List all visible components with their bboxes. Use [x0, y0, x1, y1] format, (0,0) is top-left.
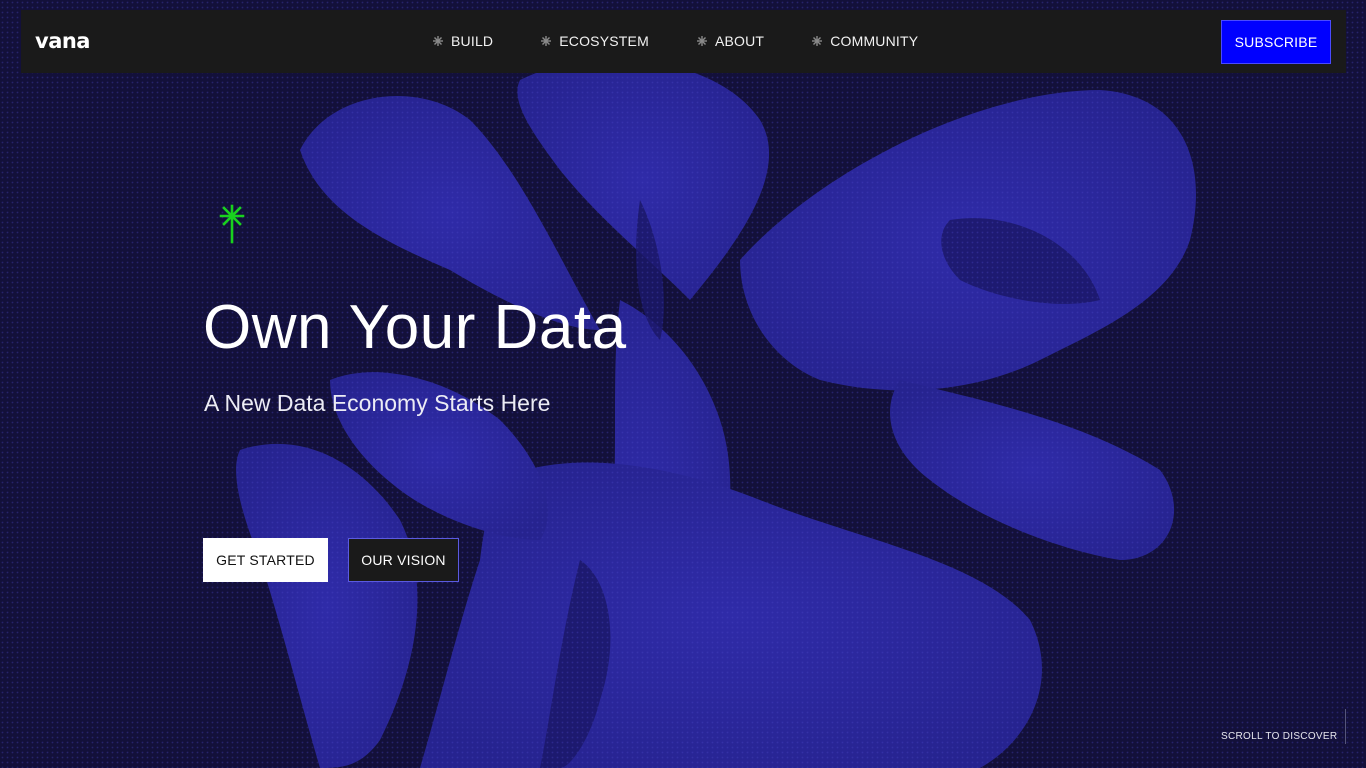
asterisk-icon — [696, 36, 707, 46]
hero-subtitle: A New Data Economy Starts Here — [204, 390, 551, 416]
hero-background-flower — [0, 0, 1366, 768]
nav-item-about[interactable]: ABOUT — [696, 31, 765, 51]
nav-item-build[interactable]: BUILD — [433, 31, 493, 51]
nav-label: COMMUNITY — [830, 33, 919, 49]
our-vision-button[interactable]: OUR VISION — [348, 538, 459, 582]
nav-label: BUILD — [451, 33, 494, 49]
asterisk-sprout-icon — [219, 204, 245, 249]
top-navbar: vana BUILD ECOSYSTEM ABOUT COMMUNITY SUB… — [21, 10, 1346, 73]
scroll-indicator-line — [1345, 709, 1346, 744]
nav-label: ECOSYSTEM — [559, 33, 649, 49]
asterisk-icon — [541, 36, 552, 46]
main-nav: BUILD ECOSYSTEM ABOUT COMMUNITY — [433, 31, 918, 51]
nav-label: ABOUT — [714, 33, 765, 49]
scroll-to-discover-label[interactable]: SCROLL TO DISCOVER — [1221, 731, 1337, 743]
nav-item-community[interactable]: COMMUNITY — [812, 31, 918, 51]
nav-item-ecosystem[interactable]: ECOSYSTEM — [541, 31, 649, 51]
vana-logo[interactable]: vana — [35, 30, 90, 52]
hero-title: Own Your Data — [203, 293, 627, 362]
subscribe-button[interactable]: SUBSCRIBE — [1221, 20, 1331, 64]
asterisk-icon — [433, 36, 443, 46]
get-started-button[interactable]: GET STARTED — [203, 538, 328, 582]
asterisk-icon — [812, 36, 823, 46]
